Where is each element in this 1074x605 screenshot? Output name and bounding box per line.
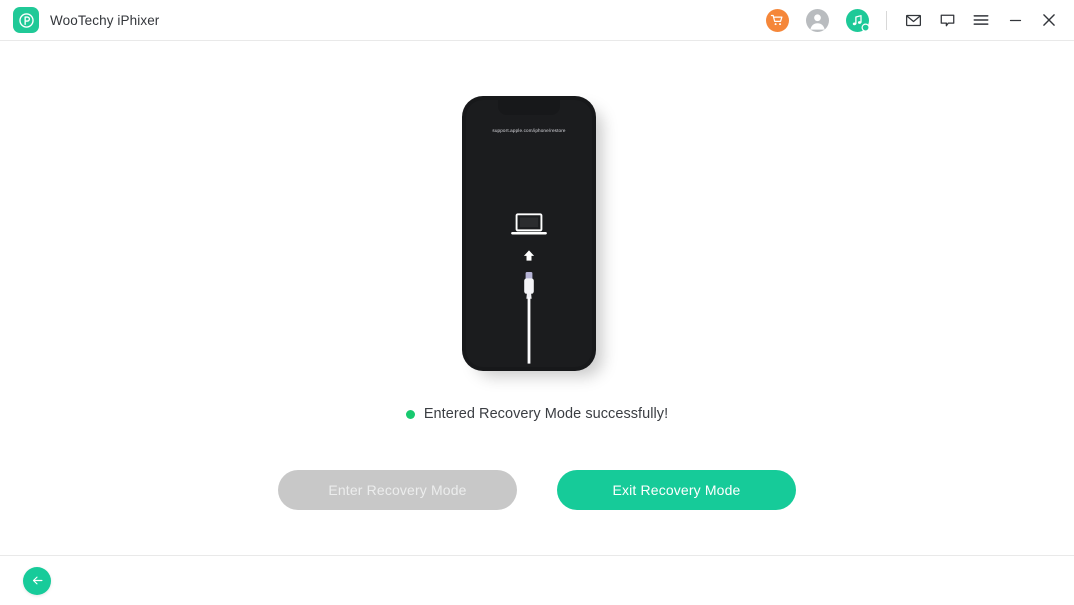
shopping-cart-icon xyxy=(765,8,789,32)
mail-icon xyxy=(905,14,921,26)
feedback-icon xyxy=(940,14,954,26)
feedback-button[interactable] xyxy=(930,3,964,37)
laptop-computer-icon xyxy=(511,213,547,235)
iphone-screen: support.apple.com/iphone/restore xyxy=(466,100,592,367)
titlebar-divider xyxy=(886,10,887,30)
close-icon xyxy=(1043,14,1055,26)
exit-recovery-mode-button[interactable]: Exit Recovery Mode xyxy=(557,470,796,510)
music-search-button[interactable] xyxy=(837,3,877,37)
footer-bar xyxy=(0,555,1074,605)
enter-recovery-mode-button[interactable]: Enter Recovery Mode xyxy=(278,470,517,510)
menu-button[interactable] xyxy=(964,3,998,37)
app-brand: WooTechy iPhixer xyxy=(13,7,159,33)
shopping-cart-button[interactable] xyxy=(757,3,797,37)
close-button[interactable] xyxy=(1032,3,1066,37)
user-account-button[interactable] xyxy=(797,3,837,37)
up-arrow-icon xyxy=(523,250,535,261)
titlebar-actions xyxy=(757,3,1066,37)
app-title: WooTechy iPhixer xyxy=(50,12,160,28)
magnifier-badge-icon xyxy=(861,23,872,34)
iphone-mockup: support.apple.com/iphone/restore xyxy=(462,96,596,371)
action-buttons: Enter Recovery Mode Exit Recovery Mode xyxy=(278,470,796,510)
restore-url-text: support.apple.com/iphone/restore xyxy=(492,128,566,133)
status-indicator-dot xyxy=(405,409,415,419)
main-content: support.apple.com/iphone/restore Entered… xyxy=(0,41,1074,555)
back-button[interactable] xyxy=(23,566,51,595)
back-arrow-icon xyxy=(32,576,42,585)
iphone-notch xyxy=(498,100,560,115)
recovery-mode-illustration: support.apple.com/iphone/restore xyxy=(462,96,612,376)
user-account-icon xyxy=(805,8,829,32)
lightning-cable-icon xyxy=(524,272,534,364)
music-search-icon xyxy=(845,8,872,34)
minimize-icon xyxy=(1009,19,1021,21)
menu-icon xyxy=(973,15,989,25)
titlebar: WooTechy iPhixer xyxy=(0,0,1074,41)
app-window: WooTechy iPhixer support.apple.com/iphon… xyxy=(0,0,1074,605)
wootechy-p-logo-icon xyxy=(13,7,39,33)
mail-button[interactable] xyxy=(896,3,930,37)
minimize-button[interactable] xyxy=(998,3,1032,37)
status-text: Entered Recovery Mode successfully! xyxy=(423,406,669,422)
status-message: Entered Recovery Mode successfully! xyxy=(405,406,669,422)
